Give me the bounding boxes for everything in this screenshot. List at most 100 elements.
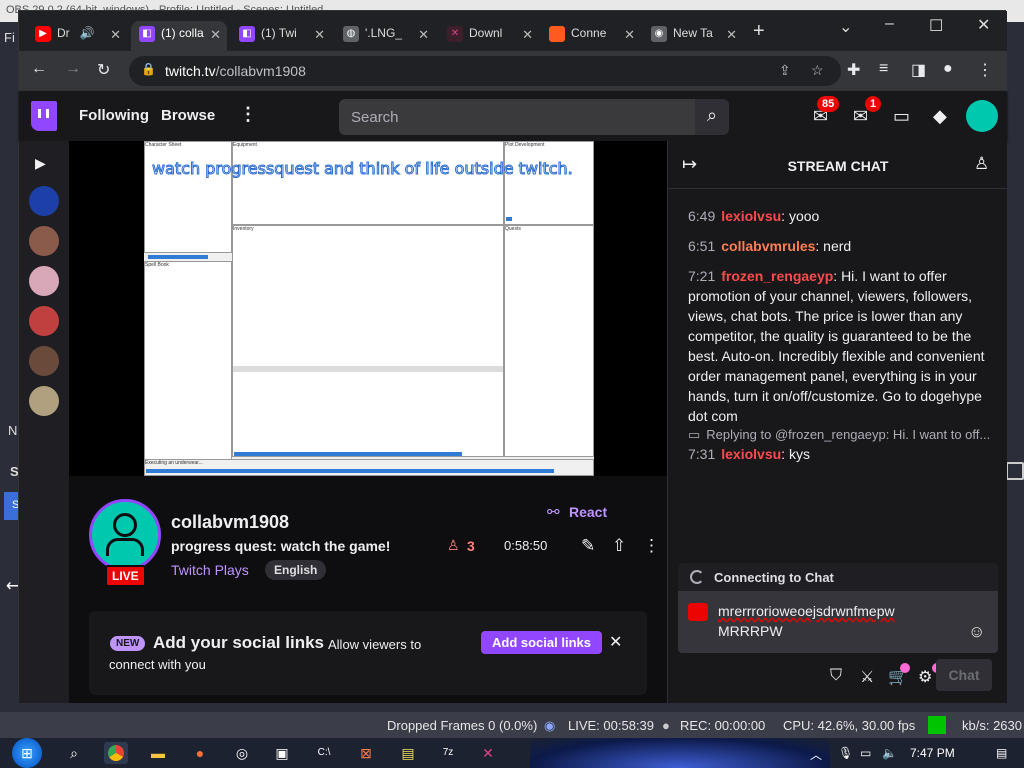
chrome-taskbar-icon[interactable] — [104, 742, 128, 764]
close-window-icon[interactable]: ✕ — [977, 15, 990, 35]
chat-message: 7:21 frozen_rengaeyp: Hi. I want to offer… — [688, 266, 993, 426]
close-icon[interactable]: ✕ — [609, 632, 622, 652]
close-icon[interactable]: ✕ — [110, 27, 121, 43]
language-tag[interactable]: English — [265, 560, 327, 580]
obs-dock-icon[interactable] — [1006, 462, 1024, 480]
volume-icon[interactable]: 🔈 — [882, 746, 897, 760]
app-taskbar-icon[interactable]: ▣ — [270, 742, 294, 764]
channel-avatar[interactable] — [29, 226, 59, 256]
message-username[interactable]: collabvmrules — [721, 238, 815, 254]
extensions-puzzle-icon[interactable]: ✚ — [847, 60, 860, 80]
kebab-menu-icon[interactable]: ⋮ — [977, 60, 993, 80]
chat-input[interactable]: mrerrrorioweoejsdrwnfmepw MRRRPW ☺ — [678, 591, 998, 653]
more-options-icon[interactable]: ⋮ — [643, 536, 660, 556]
7zip-icon[interactable]: 7z — [436, 742, 460, 764]
obs-side-button[interactable]: S — [4, 492, 19, 520]
stream-category[interactable]: Twitch Plays — [171, 562, 249, 578]
followed-channels-camera-icon[interactable]: ▶ — [35, 155, 46, 172]
close-icon[interactable]: ✕ — [522, 27, 533, 43]
clock[interactable]: 7:47 PM — [910, 746, 955, 760]
channel-avatar[interactable] — [29, 266, 59, 296]
back-arrow-icon[interactable]: ← — [31, 60, 47, 78]
channel-name[interactable]: collabvm1908 — [171, 512, 289, 533]
tab-search-chevron-icon[interactable]: ⌄ — [839, 17, 852, 37]
close-icon[interactable]: ✕ — [418, 27, 429, 43]
close-icon[interactable]: ✕ — [314, 27, 325, 43]
bookmark-star-icon[interactable]: ☆ — [811, 62, 824, 79]
chevron-up-icon[interactable]: ︿ — [810, 746, 822, 763]
search-input[interactable]: Search — [339, 99, 695, 135]
community-icon[interactable]: ♙ — [974, 154, 989, 174]
tab-lng[interactable]: ◍ '.LNG_ ✕ — [335, 21, 435, 51]
channel-avatar[interactable] — [89, 499, 161, 571]
channel-avatar[interactable] — [29, 186, 59, 216]
chat-send-button[interactable]: Chat — [936, 659, 992, 691]
message-username[interactable]: lexiolvsu — [721, 446, 781, 462]
new-tab-plus-icon[interactable]: + — [753, 20, 765, 43]
channel-avatar[interactable] — [29, 386, 59, 416]
obs-taskbar-icon[interactable]: ◎ — [230, 742, 254, 764]
sword-icon[interactable]: ⚔ — [860, 667, 874, 687]
nav-browse[interactable]: Browse — [161, 107, 215, 124]
more-menu-icon[interactable]: ⋮ — [239, 104, 257, 125]
microphone-icon[interactable]: 🎙 — [838, 746, 853, 760]
emote-picker-icon[interactable]: ☺ — [968, 622, 985, 642]
react-icon[interactable]: ⚯ — [547, 503, 560, 521]
tab-connect[interactable]: Conne ✕ — [541, 21, 641, 51]
twitch-icon: ◧ — [139, 26, 155, 42]
audio-icon[interactable]: 🔊 — [80, 26, 95, 40]
reload-icon[interactable]: ↻ — [97, 60, 110, 80]
close-icon[interactable]: ✕ — [726, 27, 737, 43]
network-icon[interactable]: ▭ — [860, 746, 871, 760]
tab-collabvm[interactable]: ◧ (1) colla ✕ — [131, 21, 227, 51]
tab-label: Dr — [57, 26, 70, 41]
notepad-icon[interactable]: ▤ — [396, 742, 420, 764]
add-social-links-button[interactable]: Add social links — [481, 631, 602, 654]
settings-gear-icon[interactable]: ⚙ — [918, 667, 932, 687]
tab-youtube[interactable]: ▶ Dr 🔊 ✕ — [27, 21, 127, 51]
exp-bar — [148, 255, 208, 259]
search-icon[interactable]: ⌕ — [695, 99, 729, 135]
address-bar[interactable]: 🔒 twitch.tv/collabvm1908 ⇪ ☆ — [129, 56, 841, 86]
globe-icon: ◍ — [343, 26, 359, 42]
edit-pencil-icon[interactable]: ✎ — [581, 536, 595, 556]
close-icon[interactable]: ✕ — [210, 27, 221, 43]
tab-twitch[interactable]: ◧ (1) Twi ✕ — [231, 21, 331, 51]
lock-icon[interactable]: 🔒 — [141, 62, 156, 76]
media-control-icon[interactable]: ≡ — [879, 60, 888, 78]
message-username[interactable]: frozen_rengaeyp — [721, 268, 833, 284]
mod-shield-icon[interactable]: ⛉ — [830, 667, 842, 685]
minimize-icon[interactable]: – — [885, 15, 894, 33]
prime-crown-icon[interactable]: ◆ — [933, 106, 947, 127]
forward-arrow-icon[interactable]: → — [65, 60, 81, 78]
channel-avatar[interactable] — [29, 306, 59, 336]
close-icon[interactable]: ✕ — [624, 27, 635, 43]
firefox-icon[interactable]: ● — [188, 742, 212, 764]
profile-icon[interactable]: ● — [943, 60, 953, 78]
user-avatar[interactable] — [966, 100, 998, 132]
react-button[interactable]: React — [569, 504, 607, 520]
maximize-icon[interactable]: ☐ — [929, 16, 943, 36]
side-panel-icon[interactable]: ◨ — [911, 60, 926, 80]
channel-avatar[interactable] — [29, 346, 59, 376]
notifications-icon[interactable]: ▤ — [996, 746, 1007, 760]
message-text: : nerd — [815, 238, 852, 254]
whispers-icon[interactable]: ▭ — [893, 106, 910, 127]
video-player[interactable]: Character Sheet Spell Book Equipment Inv… — [69, 141, 667, 476]
user-icon — [113, 513, 137, 537]
twitch-logo-icon[interactable] — [31, 101, 57, 131]
app-taskbar-icon[interactable]: ✕ — [476, 742, 500, 764]
start-button-icon[interactable]: ⊞ — [12, 738, 42, 768]
terminal-icon[interactable]: C:\ — [312, 742, 336, 764]
obs-menu[interactable]: Fi — [0, 22, 18, 52]
share-icon[interactable]: ⇧ — [612, 536, 626, 556]
file-explorer-icon[interactable]: ▬ — [146, 742, 170, 764]
nav-following[interactable]: Following — [79, 107, 149, 124]
search-icon[interactable]: ⌕ — [62, 742, 86, 764]
tab-new-tab[interactable]: ◉ New Ta ✕ — [643, 21, 743, 51]
message-username[interactable]: lexiolvsu — [721, 208, 781, 224]
tab-download[interactable]: ✕ Downl ✕ — [439, 21, 539, 51]
inbox-icon[interactable]: ✉ — [853, 106, 868, 127]
share-icon[interactable]: ⇪ — [779, 62, 791, 79]
app-taskbar-icon[interactable]: ⊠ — [354, 742, 378, 764]
